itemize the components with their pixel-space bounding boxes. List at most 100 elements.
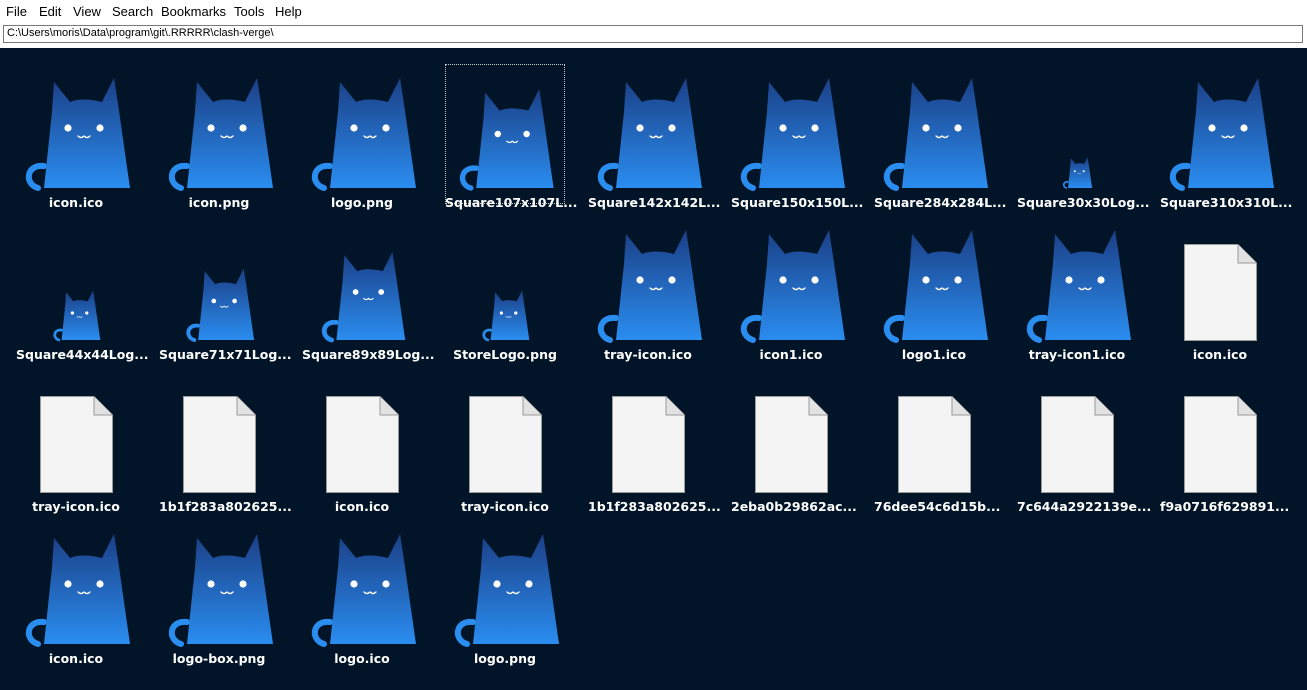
file-name: icon.ico — [48, 651, 104, 666]
file-item[interactable]: Square310x310L... — [1160, 64, 1292, 210]
file-name: tray-icon.ico — [461, 499, 549, 514]
cat-logo-icon — [588, 216, 708, 344]
file-item[interactable]: tray-icon.ico — [588, 216, 708, 362]
blank-file-icon — [16, 368, 136, 496]
file-item[interactable]: StoreLogo.png — [445, 216, 565, 362]
file-name: Square71x71Log... — [159, 347, 292, 362]
file-name: logo1.ico — [901, 347, 967, 362]
file-name: tray-icon.ico — [32, 499, 120, 514]
file-item[interactable]: 76dee54c6d15b... — [874, 368, 1000, 514]
file-item[interactable]: 7c644a2922139e... — [1017, 368, 1151, 514]
cat-logo-icon — [1017, 64, 1137, 192]
blank-file-icon — [1160, 216, 1280, 344]
blank-file-icon — [159, 368, 279, 496]
cat-logo-icon — [445, 216, 565, 344]
file-name: f9a0716f629891... — [1160, 499, 1290, 514]
file-name: tray-icon.ico — [604, 347, 692, 362]
cat-logo-icon — [16, 216, 136, 344]
menu-tools[interactable]: Tools — [234, 4, 264, 19]
file-name: Square284x284L... — [874, 195, 1007, 210]
file-item[interactable]: icon1.ico — [731, 216, 851, 362]
file-item[interactable]: logo.ico — [302, 520, 422, 666]
cat-logo-icon — [874, 64, 994, 192]
menu-file[interactable]: File — [6, 4, 27, 19]
file-name: Square44x44Log... — [16, 347, 149, 362]
cat-logo-icon — [445, 64, 565, 192]
cat-logo-icon — [1160, 64, 1280, 192]
file-name: tray-icon1.ico — [1028, 347, 1126, 362]
file-name: 2eba0b29862ac... — [731, 499, 857, 514]
cat-logo-icon — [1017, 216, 1137, 344]
file-item[interactable]: logo1.ico — [874, 216, 994, 362]
cat-logo-icon — [16, 520, 136, 648]
file-item[interactable]: Square142x142L... — [588, 64, 720, 210]
cat-logo-icon — [874, 216, 994, 344]
blank-file-icon — [1017, 368, 1137, 496]
menu-help[interactable]: Help — [275, 4, 302, 19]
menu-search[interactable]: Search — [112, 4, 153, 19]
cat-logo-icon — [588, 64, 708, 192]
path-input[interactable]: C:\Users\moris\Data\program\git\.RRRRR\c… — [3, 25, 1303, 43]
blank-file-icon — [445, 368, 565, 496]
file-name: Square30x30Log... — [1017, 195, 1150, 210]
file-item[interactable]: icon.ico — [1160, 216, 1280, 362]
file-item[interactable]: icon.ico — [302, 368, 422, 514]
file-item[interactable]: tray-icon.ico — [16, 368, 136, 514]
cat-logo-icon — [302, 520, 422, 648]
file-item[interactable]: Square89x89Log... — [302, 216, 435, 362]
cat-logo-icon — [445, 520, 565, 648]
blank-file-icon — [302, 368, 422, 496]
file-item[interactable]: Square44x44Log... — [16, 216, 149, 362]
file-item[interactable]: tray-icon.ico — [445, 368, 565, 514]
file-item[interactable]: 2eba0b29862ac... — [731, 368, 857, 514]
file-name: Square107x107L... — [445, 195, 578, 210]
file-name: icon.ico — [48, 195, 104, 210]
cat-logo-icon — [731, 64, 851, 192]
cat-logo-icon — [302, 64, 422, 192]
menu-view[interactable]: View — [73, 4, 101, 19]
cat-logo-icon — [302, 216, 422, 344]
file-name: icon.png — [188, 195, 250, 210]
file-name: 7c644a2922139e... — [1017, 499, 1152, 514]
cat-logo-icon — [159, 64, 279, 192]
file-name: 1b1f283a802625... — [588, 499, 721, 514]
file-item[interactable]: Square71x71Log... — [159, 216, 292, 362]
blank-file-icon — [588, 368, 708, 496]
file-item[interactable]: Square150x150L... — [731, 64, 863, 210]
cat-logo-icon — [159, 216, 279, 344]
blank-file-icon — [731, 368, 851, 496]
file-name: icon.ico — [334, 499, 390, 514]
file-name: logo.ico — [334, 651, 390, 666]
file-item[interactable]: icon.ico — [16, 64, 136, 210]
file-item[interactable]: logo.png — [302, 64, 422, 210]
file-item[interactable]: Square284x284L... — [874, 64, 1006, 210]
menu-edit[interactable]: Edit — [39, 4, 61, 19]
thumbnail-grid[interactable]: icon.ico icon.png logo.png Square107x107… — [0, 48, 1307, 690]
path-text: C:\Users\moris\Data\program\git\.RRRRR\c… — [7, 27, 274, 39]
file-item[interactable]: Square30x30Log... — [1017, 64, 1150, 210]
file-item[interactable]: f9a0716f629891... — [1160, 368, 1289, 514]
file-name: Square89x89Log... — [302, 347, 435, 362]
file-name: Square310x310L... — [1160, 195, 1293, 210]
file-name: icon1.ico — [759, 347, 823, 362]
file-name: logo.png — [331, 195, 393, 210]
file-name: icon.ico — [1192, 347, 1248, 362]
file-item[interactable]: Square107x107L... — [445, 64, 577, 210]
file-item[interactable]: tray-icon1.ico — [1017, 216, 1137, 362]
menu-bar: File Edit View Search Bookmarks Tools He… — [0, 0, 1307, 23]
file-item[interactable]: 1b1f283a802625... — [159, 368, 292, 514]
file-item[interactable]: icon.png — [159, 64, 279, 210]
cat-logo-icon — [16, 64, 136, 192]
menu-bookmarks[interactable]: Bookmarks — [161, 4, 226, 19]
file-item[interactable]: icon.ico — [16, 520, 136, 666]
file-name: logo.png — [474, 651, 536, 666]
blank-file-icon — [874, 368, 994, 496]
file-name: logo-box.png — [172, 651, 266, 666]
blank-file-icon — [1160, 368, 1280, 496]
cat-logo-icon — [731, 216, 851, 344]
cat-logo-icon — [159, 520, 279, 648]
file-name: Square150x150L... — [731, 195, 864, 210]
file-item[interactable]: logo-box.png — [159, 520, 279, 666]
file-item[interactable]: logo.png — [445, 520, 565, 666]
file-item[interactable]: 1b1f283a802625... — [588, 368, 721, 514]
